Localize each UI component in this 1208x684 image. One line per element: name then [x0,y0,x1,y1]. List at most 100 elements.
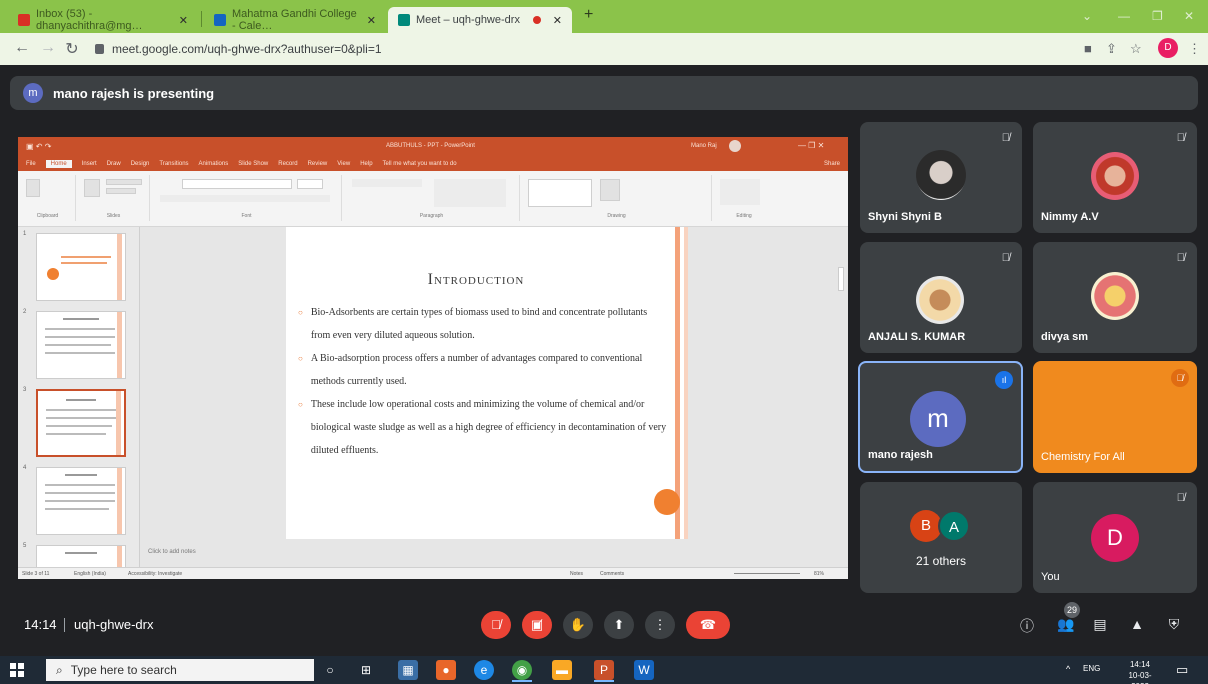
host-controls-icon[interactable]: ⛨ [1164,616,1184,633]
ppt-user-avatar [729,140,741,152]
camera-off-button[interactable]: ▣̸ [522,611,552,639]
status-notes: Notes [570,571,584,577]
participant-tile-speaking[interactable]: ıl m mano rajesh [858,361,1023,473]
participant-name: You [1041,571,1060,583]
ppt-ribbon-tabs: File Home Insert Draw Design Transitions… [18,157,848,171]
close-icon[interactable]: ✕ [553,14,562,27]
chevron-down-icon[interactable]: ⌄ [1082,9,1092,23]
file-explorer-icon[interactable]: ▬ [552,660,572,680]
more-options-button[interactable]: ⋮ [645,611,675,639]
mic-off-icon: 🎙̸ [1001,132,1010,144]
tab-meet[interactable]: Meet – uqh-ghwe-drx ✕ [388,7,572,33]
bullet-icon: ○ [298,400,303,409]
share-icon[interactable]: ⇪ [1106,41,1117,57]
new-tab-icon[interactable]: + [584,6,593,24]
slide-bullet: ○ A Bio-adsorption process offers a numb… [298,347,668,393]
ribbon-group-font: Font [152,175,342,221]
bullet-text: These include low operational costs and … [310,399,667,456]
self-tile[interactable]: 🎙̸ D You [1033,482,1197,593]
active-app-indicator [594,680,614,682]
chat-icon[interactable]: ▤ [1090,616,1110,633]
raise-hand-button[interactable]: ✋ [563,611,593,639]
ribbon-group-editing: Editing [714,175,774,221]
browser-tab-bar: Inbox (53) - dhanyachithra@mg… ✕ Mahatma… [0,0,1208,33]
close-icon[interactable]: ✕ [367,14,376,27]
participant-name: Shyni Shyni B [868,211,942,223]
participant-name: ANJALI S. KUMAR [868,331,966,343]
word-icon[interactable]: W [634,660,654,680]
close-window-icon[interactable]: ✕ [1184,9,1194,23]
ppt-tab-slideshow: Slide Show [238,161,269,167]
participant-tile[interactable]: 🎙̸ ANJALI S. KUMAR [860,242,1022,353]
bullet-icon: ○ [298,308,303,317]
lock-icon [95,44,104,54]
slide-thumbnail [36,467,126,535]
others-tile[interactable]: B A 21 others [860,482,1022,593]
calculator-icon[interactable]: ▦ [398,660,418,680]
participant-tile[interactable]: 🎙̸ Nimmy A.V [1033,122,1197,233]
cortana-icon[interactable]: ○ [320,660,340,680]
shared-screen: ▣ ↶ ↷ ABBUTHULS - PPT - PowerPoint Mano … [18,137,848,579]
maximize-icon[interactable]: ❐ [1152,9,1163,23]
tab-college[interactable]: Mahatma Gandhi College - Cale… ✕ [204,7,386,33]
notification-icon[interactable]: ▭ [1176,662,1188,678]
url-field[interactable]: meet.google.com/uqh-ghwe-drx?authuser=0&… [95,39,1095,59]
profile-avatar[interactable]: D [1158,38,1178,58]
participant-tile[interactable]: 🎙̸ Chemistry For All [1033,361,1197,473]
system-clock[interactable]: 14:14 10-03-2022 [1120,659,1160,684]
ppt-tab-draw: Draw [106,161,121,167]
active-app-indicator [512,680,532,682]
taskbar-search-box[interactable]: ⌕ Type here to search [46,659,314,681]
ppt-user-name: Mano Raj [691,143,717,149]
input-language[interactable]: ENG [1083,664,1100,673]
self-avatar: D [1091,514,1139,562]
forward-arrow-icon[interactable]: → [38,39,58,57]
chrome-icon[interactable]: ◉ [512,660,532,680]
participant-tile[interactable]: 🎙̸ Shyni Shyni B [860,122,1022,233]
powerpoint-icon[interactable]: P [594,660,614,680]
meeting-details-icon[interactable]: ⓘ [1017,616,1037,636]
slide-thumbnail [36,233,126,301]
bookmark-star-icon[interactable]: ☆ [1130,41,1142,57]
slide-thumbnail-pane: 1 2 3 4 5 [18,227,140,579]
back-arrow-icon[interactable]: ← [12,39,32,57]
chevron-up-icon[interactable]: ^ [1066,664,1070,674]
notes-placeholder: Click to add notes [148,549,196,555]
ppt-tell-me: Tell me what you want to do [382,161,457,167]
task-view-icon[interactable]: ⊞ [356,660,376,680]
tab-label: Inbox (53) - dhanyachithra@mg… [36,8,143,32]
slide-title: Introduction [427,271,525,288]
participant-tile[interactable]: 🎙̸ divya sm [1033,242,1197,353]
participant-photo [916,150,966,200]
mic-off-icon: 🎙̸ [1176,252,1185,264]
edge-icon[interactable]: e [474,660,494,680]
slide-thumbnail [36,311,126,379]
presenting-banner: m mano rajesh is presenting [10,76,1198,110]
participant-avatar: A [938,510,970,542]
group-label: Editing [736,213,752,219]
slide-number: 3 [23,387,27,393]
search-icon: ⌕ [56,662,63,677]
microphone-off-button[interactable]: 🎙̸ [481,611,511,639]
windows-start-icon[interactable] [10,663,24,677]
reload-icon[interactable]: ↻ [62,39,82,59]
end-call-button[interactable]: ☎ [686,611,730,639]
menu-dots-icon[interactable]: ⋮ [1188,41,1201,57]
tab-label: Meet – uqh-ghwe-drx [416,14,520,26]
firefox-icon[interactable]: ● [436,660,456,680]
present-now-button[interactable]: ⬆ [604,611,634,639]
tab-inbox[interactable]: Inbox (53) - dhanyachithra@mg… ✕ [8,7,198,33]
participant-photo [1091,152,1139,200]
website-icon [214,14,226,26]
camera-in-use-icon[interactable]: ■ [1084,41,1092,56]
people-icon[interactable]: 👥 [1056,616,1076,633]
close-icon[interactable]: ✕ [179,14,188,27]
ppt-tab-view: View [337,161,351,167]
slide-number: 5 [23,543,27,549]
activities-icon[interactable]: ▲ [1127,616,1147,632]
participant-photo [1091,272,1139,320]
slide-number: 1 [23,231,27,237]
mic-off-icon: 🎙̸ [1176,492,1185,504]
save-icon: ▣ ↶ ↷ [26,142,52,151]
minimize-icon[interactable]: — [1118,9,1130,23]
